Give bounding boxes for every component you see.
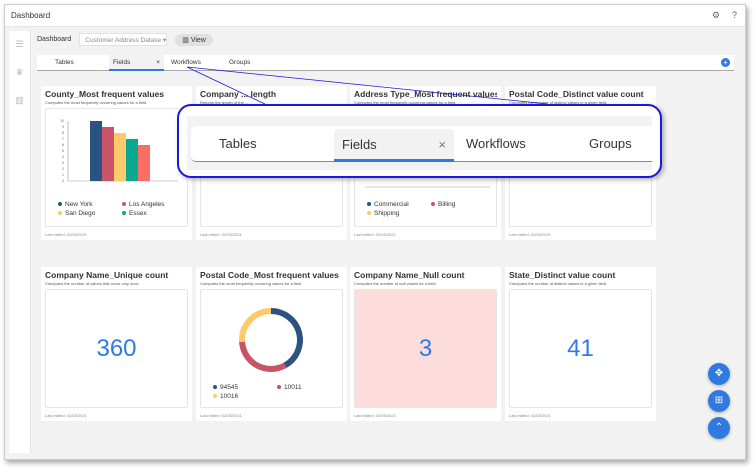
zoom-callout: Tables Fields × Workflows Groups [177, 104, 662, 178]
move-icon: ✥ [714, 368, 724, 379]
scroll-up-button[interactable]: ⌃ [708, 417, 730, 439]
scroll-up-icon: ⌃ [714, 422, 724, 433]
tab-tables-zoomed: Tables [219, 136, 257, 151]
add-widget-icon: ⊞ [714, 395, 724, 406]
tab-fields-zoomed: Fields × [334, 129, 454, 162]
move-button[interactable]: ✥ [708, 363, 730, 385]
tab-workflows-zoomed: Workflows [466, 136, 526, 151]
add-widget-button[interactable]: ⊞ [708, 390, 730, 412]
zoom-callout-lines [186, 66, 549, 105]
close-icon: × [438, 137, 446, 152]
tab-groups-zoomed: Groups [589, 136, 632, 151]
